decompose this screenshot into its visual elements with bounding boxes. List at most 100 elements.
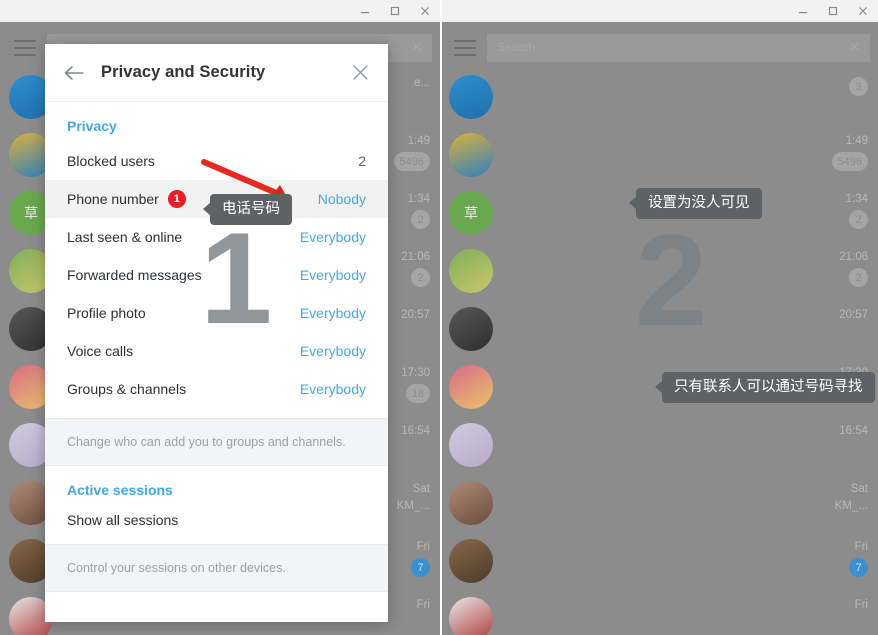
avatar bbox=[449, 249, 493, 293]
menu-icon[interactable] bbox=[454, 40, 476, 56]
annotation-tooltip-1: 电话号码 bbox=[210, 194, 292, 225]
privacy-and-security-dialog: Privacy and Security Privacy Blocked use… bbox=[45, 44, 388, 622]
chat-time: 21:06 bbox=[401, 251, 430, 263]
row-forwarded-messages[interactable]: Forwarded messages Everybody bbox=[45, 256, 388, 294]
list-item[interactable]: 16:54 bbox=[440, 416, 878, 474]
minimize-button[interactable] bbox=[350, 0, 380, 22]
row-value: Nobody bbox=[317, 191, 366, 207]
section-title-privacy: Privacy bbox=[67, 118, 117, 134]
title-bar-right bbox=[440, 0, 878, 22]
chat-time: Fri bbox=[416, 541, 430, 553]
row-label: Phone number bbox=[67, 191, 159, 207]
list-item[interactable]: 3 bbox=[440, 68, 878, 126]
telegram-window-left: Search ✕ e... 1:49 5496 bbox=[0, 0, 440, 635]
list-item[interactable]: Fri bbox=[440, 590, 878, 635]
list-item[interactable]: 20:57 bbox=[440, 300, 878, 358]
row-label: Forwarded messages bbox=[67, 267, 202, 283]
close-button[interactable] bbox=[410, 0, 440, 22]
dialog-header: Privacy and Security bbox=[45, 44, 388, 102]
privacy-section: Privacy Blocked users 2 Phone number 1 N… bbox=[45, 102, 388, 408]
row-label: Groups & channels bbox=[67, 381, 187, 397]
row-profile-photo[interactable]: Profile photo Everybody bbox=[45, 294, 388, 332]
row-label: Voice calls bbox=[67, 343, 134, 359]
avatar bbox=[449, 481, 493, 525]
unread-badge: 2 bbox=[411, 268, 430, 287]
active-sessions-link[interactable]: Active sessions bbox=[45, 466, 388, 504]
unread-badge: 5496 bbox=[393, 152, 430, 171]
chat-list[interactable]: 3 1:49 5496 草 1:34 2 21:06 2 20:57 16:54… bbox=[440, 68, 878, 635]
annotation-step-badge-1: 1 bbox=[167, 190, 186, 208]
sessions-note: Control your sessions on other devices. bbox=[45, 544, 388, 593]
search-clear-icon[interactable]: ✕ bbox=[849, 39, 860, 55]
list-item[interactable]: Sat KM_... bbox=[440, 474, 878, 532]
unread-badge: 7 bbox=[411, 558, 430, 577]
chat-list-background-right: Search ✕ 3 1:49 5496 草 1:34 2 21:06 2 20… bbox=[440, 22, 878, 635]
unread-badge: 3 bbox=[849, 77, 868, 96]
chat-time: Sat bbox=[412, 483, 430, 495]
chat-time: Fri bbox=[854, 599, 868, 611]
show-all-sessions-link[interactable]: Show all sessions bbox=[45, 504, 388, 544]
screenshot-root: Search ✕ e... 1:49 5496 bbox=[0, 0, 878, 635]
list-item[interactable]: Fri 7 bbox=[440, 532, 878, 590]
annotation-tooltip-step2: 只有联系人可以通过号码寻找 bbox=[662, 372, 875, 403]
row-voice-calls[interactable]: Voice calls Everybody bbox=[45, 332, 388, 370]
search-placeholder: Search bbox=[497, 40, 536, 54]
unread-badge: 7 bbox=[849, 558, 868, 577]
unread-badge: 2 bbox=[849, 268, 868, 287]
chat-snippet: KM_... bbox=[396, 500, 430, 512]
chat-time: Fri bbox=[416, 599, 430, 611]
chat-time: 20:57 bbox=[401, 309, 430, 321]
title-bar-left bbox=[0, 0, 440, 22]
search-clear-icon[interactable]: ✕ bbox=[411, 39, 422, 55]
close-icon[interactable] bbox=[346, 59, 374, 87]
minimize-button[interactable] bbox=[788, 0, 818, 22]
chat-time: 16:54 bbox=[401, 425, 430, 437]
avatar bbox=[449, 365, 493, 409]
row-label: Blocked users bbox=[67, 153, 155, 169]
chat-time: Sat bbox=[850, 483, 868, 495]
chat-time: 1:34 bbox=[407, 193, 430, 205]
chat-time: 1:34 bbox=[845, 193, 868, 205]
chat-time: 20:57 bbox=[839, 309, 868, 321]
telegram-window-right: Search ✕ 3 1:49 5496 草 1:34 2 21:06 2 20… bbox=[440, 0, 878, 635]
chat-time: Fri bbox=[854, 541, 868, 553]
maximize-button[interactable] bbox=[380, 0, 410, 22]
chat-time: 17:30 bbox=[401, 367, 430, 379]
row-value: Everybody bbox=[299, 305, 366, 321]
avatar: 草 bbox=[449, 191, 493, 235]
row-label: Last seen & online bbox=[67, 229, 183, 245]
maximize-button[interactable] bbox=[818, 0, 848, 22]
avatar bbox=[449, 539, 493, 583]
menu-icon[interactable] bbox=[14, 40, 36, 56]
chat-time: 1:49 bbox=[407, 135, 430, 147]
back-arrow-icon[interactable] bbox=[59, 58, 89, 88]
row-value: Everybody bbox=[299, 229, 366, 245]
row-value: 2 bbox=[358, 153, 366, 169]
avatar bbox=[449, 75, 493, 119]
avatar bbox=[449, 307, 493, 351]
chat-time: 1:49 bbox=[845, 135, 868, 147]
search-input[interactable]: Search ✕ bbox=[487, 34, 870, 62]
row-groups-and-channels[interactable]: Groups & channels Everybody bbox=[45, 370, 388, 408]
avatar bbox=[449, 423, 493, 467]
avatar bbox=[449, 133, 493, 177]
row-value: Everybody bbox=[299, 267, 366, 283]
unread-badge: 2 bbox=[849, 210, 868, 229]
unread-badge: 18 bbox=[405, 384, 430, 403]
annotation-tooltip-step1: 设置为没人可见 bbox=[636, 188, 762, 219]
unread-badge: 2 bbox=[411, 210, 430, 229]
chat-snippet: e... bbox=[414, 77, 430, 89]
unread-badge: 5496 bbox=[831, 152, 868, 171]
row-blocked-users[interactable]: Blocked users 2 bbox=[45, 142, 388, 180]
row-value: Everybody bbox=[299, 381, 366, 397]
chat-time: 21:06 bbox=[839, 251, 868, 263]
page-title: Privacy and Security bbox=[101, 63, 266, 81]
avatar bbox=[449, 597, 493, 635]
groups-note: Change who can add you to groups and cha… bbox=[45, 418, 388, 467]
close-button[interactable] bbox=[848, 0, 878, 22]
list-item[interactable]: 1:49 5496 bbox=[440, 126, 878, 184]
chat-time: 16:54 bbox=[839, 425, 868, 437]
list-item[interactable]: 21:06 2 bbox=[440, 242, 878, 300]
chat-snippet: KM_... bbox=[834, 500, 868, 512]
row-value: Everybody bbox=[299, 343, 366, 359]
